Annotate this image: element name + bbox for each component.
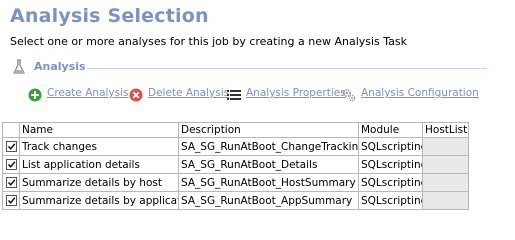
cell-description: SA_SG_RunAtBoot_Details — [178, 155, 359, 174]
analysis-properties-button[interactable]: Analysis Properties — [227, 86, 346, 102]
cell-module: SQLscripting — [358, 173, 423, 192]
cell-description: SA_SG_RunAtBoot_HostSummary — [178, 173, 359, 192]
gears-icon — [342, 87, 356, 102]
cell-hostlists[interactable] — [422, 173, 469, 192]
cell-hostlists[interactable] — [422, 191, 469, 210]
column-header-select[interactable] — [2, 122, 20, 138]
cell-module: SQLscripting — [358, 191, 423, 210]
analysis-configuration-button[interactable]: Analysis Configuration — [342, 86, 479, 102]
cell-name: List application details — [19, 155, 179, 174]
cell-module: SQLscripting — [358, 137, 423, 156]
add-icon — [28, 87, 42, 102]
section-label: Analysis — [34, 60, 86, 73]
cell-name: Track changes — [19, 137, 179, 156]
cell-module: SQLscripting — [358, 155, 423, 174]
analysis-toolbar: Create Analysis Delete Analysis Analysis… — [28, 86, 508, 104]
column-header-description[interactable]: Description — [178, 122, 359, 138]
cell-hostlists[interactable] — [422, 137, 469, 156]
row-checkbox[interactable] — [5, 159, 17, 170]
cell-description: SA_SG_RunAtBoot_AppSummary — [178, 191, 359, 210]
list-icon — [227, 87, 241, 101]
row-checkbox[interactable] — [5, 141, 17, 152]
delete-analysis-label: Delete Analysis — [148, 87, 230, 99]
flask-icon — [12, 59, 26, 75]
table-row[interactable]: List application details SA_SG_RunAtBoot… — [2, 155, 469, 174]
delete-analysis-button[interactable]: Delete Analysis — [129, 86, 229, 102]
table-row[interactable]: Summarize details by host SA_SG_RunAtBoo… — [2, 173, 469, 192]
table-row[interactable]: Track changes SA_SG_RunAtBoot_ChangeTrac… — [2, 137, 469, 156]
page-title: Analysis Selection — [10, 5, 209, 27]
create-analysis-button[interactable]: Create Analysis — [28, 86, 129, 102]
cell-description: SA_SG_RunAtBoot_ChangeTracking — [178, 137, 359, 156]
section-divider — [87, 68, 487, 69]
delete-icon — [129, 87, 143, 102]
column-header-module[interactable]: Module — [358, 122, 423, 138]
create-analysis-label: Create Analysis — [47, 87, 129, 99]
analysis-properties-label: Analysis Properties — [246, 87, 346, 99]
column-header-hostlists[interactable]: HostLists — [422, 122, 469, 138]
cell-name: Summarize details by application — [19, 191, 179, 210]
column-header-name[interactable]: Name — [19, 122, 179, 138]
analysis-section-header: Analysis — [12, 58, 492, 78]
row-checkbox[interactable] — [5, 195, 17, 206]
row-checkbox[interactable] — [5, 177, 17, 188]
page-subtitle: Select one or more analyses for this job… — [10, 35, 408, 48]
table-row[interactable]: Summarize details by application SA_SG_R… — [2, 191, 469, 210]
cell-name: Summarize details by host — [19, 173, 179, 192]
analysis-configuration-label: Analysis Configuration — [361, 87, 479, 99]
analysis-table: Name Description Module HostLists Track … — [2, 122, 469, 210]
table-header-row: Name Description Module HostLists — [2, 122, 469, 138]
cell-hostlists[interactable] — [422, 155, 469, 174]
